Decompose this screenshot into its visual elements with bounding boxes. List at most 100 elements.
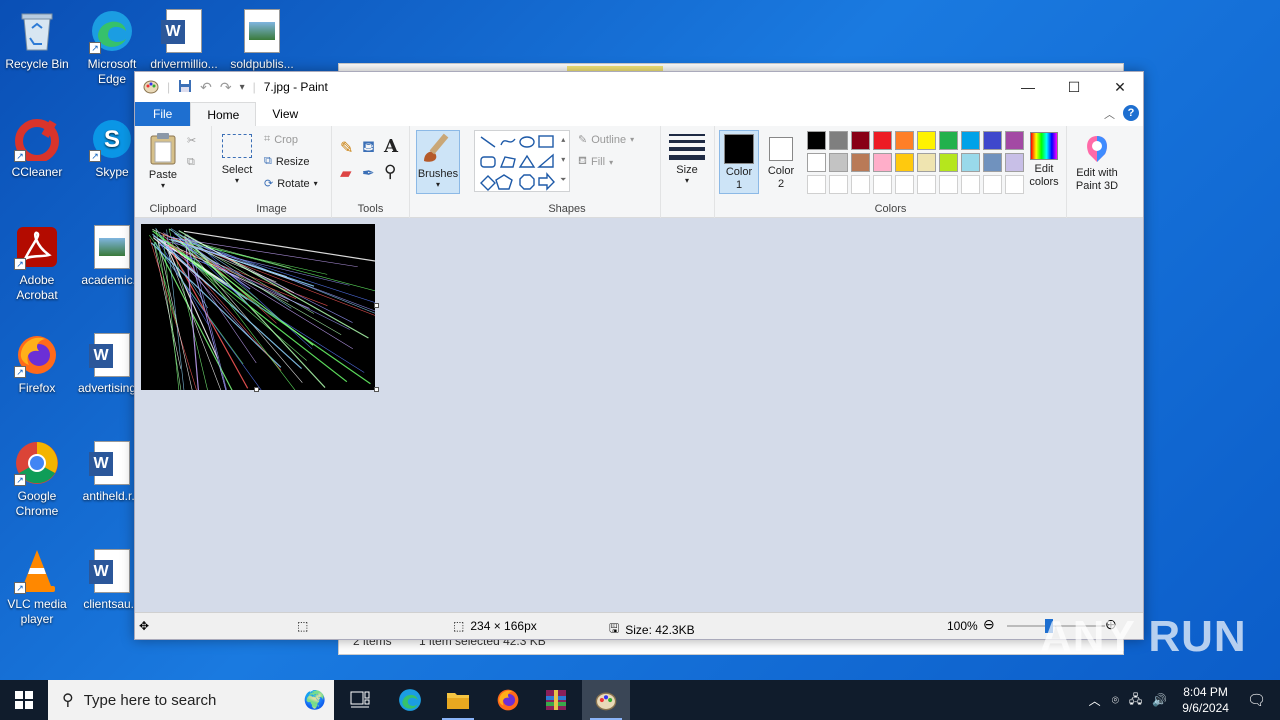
resize-button[interactable]: ⧉ Resize [264, 155, 309, 168]
desktop-icon-acrobat[interactable]: ↗ Adobe Acrobat [0, 224, 75, 303]
color-swatch[interactable] [829, 153, 848, 172]
color-swatch[interactable] [983, 153, 1002, 172]
tab-home[interactable]: Home [190, 102, 257, 126]
crop-button[interactable]: ⌗ Crop [264, 133, 298, 146]
size-button[interactable]: Size ▾ [669, 134, 705, 185]
color-swatch[interactable] [917, 131, 936, 150]
custom-color-swatch[interactable] [983, 175, 1002, 194]
custom-color-swatch[interactable] [807, 175, 826, 194]
cut-icon[interactable]: ✂ [187, 134, 196, 147]
color-swatch[interactable] [1005, 131, 1024, 150]
resize-handle-bottom[interactable] [254, 387, 259, 392]
select-button[interactable]: Select ▾ [220, 134, 254, 185]
text-tool-icon[interactable]: A [384, 136, 398, 157]
fill-bucket-icon[interactable]: ⛾ [362, 138, 375, 158]
taskbar-winrar-icon[interactable] [532, 680, 580, 720]
fill-button[interactable]: ⛾ Fill ▾ [578, 155, 613, 169]
custom-color-swatch[interactable] [873, 175, 892, 194]
word-document-icon: W [89, 332, 135, 378]
color-swatch[interactable] [873, 153, 892, 172]
rotate-button[interactable]: ⟳ Rotate ▾ [264, 177, 318, 191]
network-icon[interactable]: 🖧 [1124, 690, 1147, 711]
image-canvas[interactable] [141, 224, 375, 390]
custom-color-swatch[interactable] [829, 175, 848, 194]
edit-with-paint3d-button[interactable]: Edit with Paint 3D [1069, 134, 1125, 193]
color-swatch[interactable] [851, 131, 870, 150]
desktop-icon-drivermillio[interactable]: W drivermillio... [146, 8, 222, 72]
color-swatch[interactable] [873, 131, 892, 150]
color-swatch[interactable] [807, 131, 826, 150]
color-swatch[interactable] [895, 131, 914, 150]
pencil-icon[interactable]: ✎ [340, 138, 353, 158]
desktop-icon-vlc[interactable]: ↗ VLC media player [0, 548, 75, 627]
title-bar[interactable]: | ↶ ↷ ▾ | 7.jpg - Paint — ☐ ✕ [135, 72, 1143, 102]
taskbar-file-explorer-icon[interactable] [434, 680, 482, 720]
resize-handle-corner[interactable] [374, 387, 379, 392]
paint-window[interactable]: | ↶ ↷ ▾ | 7.jpg - Paint — ☐ ✕ File Home … [134, 71, 1144, 640]
canvas-area[interactable] [135, 218, 1143, 614]
color-swatch[interactable] [895, 153, 914, 172]
edit-colors-button[interactable]: Edit colors [1025, 132, 1063, 189]
color-swatch[interactable] [829, 131, 848, 150]
redo-icon[interactable]: ↷ [220, 79, 232, 96]
desktop-icon-chrome[interactable]: ↗ Google Chrome [0, 440, 75, 519]
color2-button[interactable]: Color 2 [761, 130, 801, 194]
taskbar-search[interactable]: ⚲ Type here to search 🌍 [48, 680, 334, 720]
undo-icon[interactable]: ↶ [200, 79, 212, 96]
color-swatch[interactable] [961, 153, 980, 172]
zoom-out-icon[interactable]: ⊖ [983, 616, 995, 633]
taskbar-edge-icon[interactable] [386, 680, 434, 720]
image-group: Select ▾ ⌗ Crop ⧉ Resize ⟳ Rotate ▾ Image [212, 126, 332, 218]
start-button[interactable] [0, 680, 48, 720]
volume-icon[interactable]: 🔊 [1147, 693, 1172, 707]
rotate-label: Rotate [277, 177, 310, 190]
color-swatch[interactable] [939, 153, 958, 172]
eraser-icon[interactable]: ▰ [340, 164, 352, 182]
color-swatch[interactable] [1005, 153, 1024, 172]
image-file-icon [89, 224, 135, 270]
custom-color-swatch[interactable] [895, 175, 914, 194]
custom-color-swatch[interactable] [917, 175, 936, 194]
tab-file[interactable]: File [135, 102, 191, 126]
customize-qat-icon[interactable]: ▾ [240, 82, 245, 93]
brushes-button[interactable]: Brushes ▾ [416, 130, 460, 194]
notifications-icon[interactable]: 🗨 [1239, 691, 1280, 709]
color-picker-icon[interactable]: ✒ [362, 164, 375, 182]
tab-view[interactable]: View [256, 102, 314, 126]
color-swatch[interactable] [917, 153, 936, 172]
help-icon[interactable]: ? [1123, 105, 1139, 121]
custom-color-swatch[interactable] [961, 175, 980, 194]
paste-button[interactable]: Paste ▾ [145, 132, 181, 190]
resize-handle-right[interactable] [374, 303, 379, 308]
color-swatch[interactable] [983, 131, 1002, 150]
custom-color-swatch[interactable] [939, 175, 958, 194]
copy-icon[interactable]: ⧉ [187, 156, 195, 169]
color-swatch[interactable] [961, 131, 980, 150]
task-view-icon[interactable] [336, 680, 384, 720]
shapes-scroll-icon[interactable]: ▴ ▾ ⏷ [560, 130, 566, 190]
outline-button[interactable]: ✎ Outline ▾ [578, 133, 634, 147]
shapes-gallery[interactable] [474, 130, 570, 192]
show-hidden-icons[interactable]: ︿ [1083, 692, 1107, 709]
maximize-button[interactable]: ☐ [1051, 72, 1097, 102]
magnifier-icon[interactable]: ⚲ [384, 162, 396, 182]
desktop-icon-recycle-bin[interactable]: Recycle Bin [0, 8, 75, 72]
save-icon[interactable] [178, 79, 192, 96]
minimize-button[interactable]: — [1005, 72, 1051, 102]
clock[interactable]: 8:04 PM 9/6/2024 [1172, 684, 1239, 716]
custom-color-swatch[interactable] [1005, 175, 1024, 194]
color-swatch[interactable] [807, 153, 826, 172]
color-swatch[interactable] [851, 153, 870, 172]
color-swatch[interactable] [939, 131, 958, 150]
close-button[interactable]: ✕ [1097, 72, 1143, 102]
shapes-group-label: Shapes [548, 203, 586, 215]
collapse-ribbon-icon[interactable]: ︿ [1104, 106, 1115, 122]
meet-now-icon[interactable]: ⌾ [1107, 693, 1124, 708]
desktop-icon-soldpublis[interactable]: soldpublis... [224, 8, 300, 72]
color1-button[interactable]: Color 1 [719, 130, 759, 194]
taskbar-firefox-icon[interactable] [484, 680, 532, 720]
custom-color-swatch[interactable] [851, 175, 870, 194]
desktop-icon-ccleaner[interactable]: ↗ CCleaner [0, 116, 75, 180]
desktop-icon-firefox[interactable]: ↗ Firefox [0, 332, 75, 396]
taskbar-paint-icon[interactable] [582, 680, 630, 720]
